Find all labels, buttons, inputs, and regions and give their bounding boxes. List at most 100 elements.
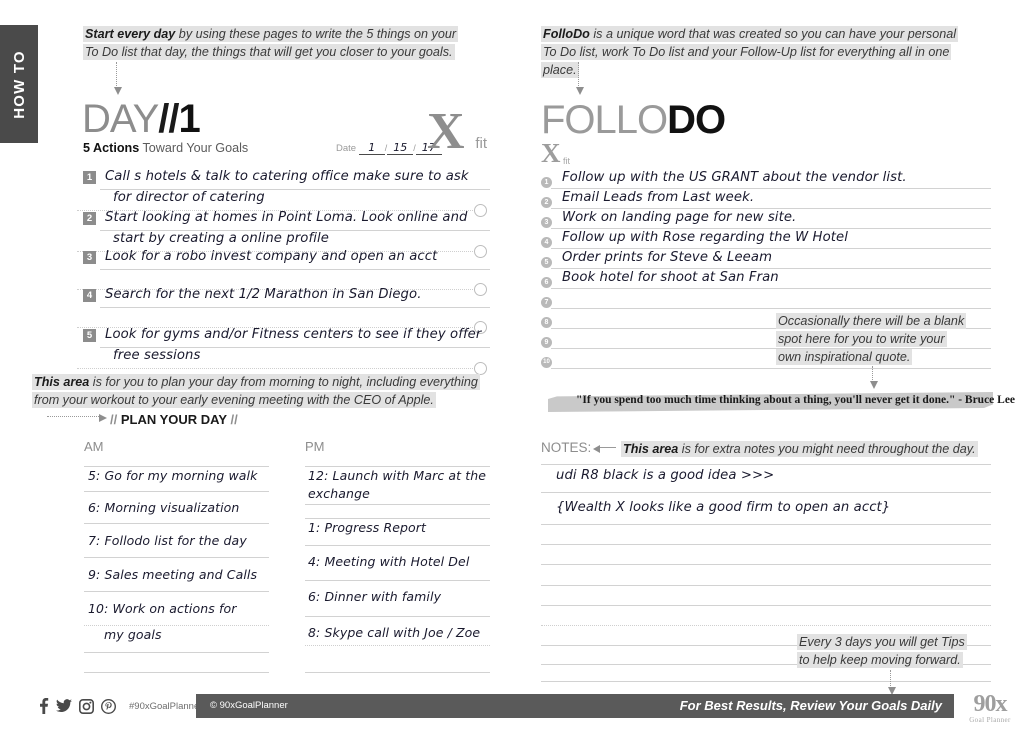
day-subtitle-rest: Toward Your Goals [139,141,249,155]
date-field[interactable]: Date 1/15/17 [336,141,442,155]
notes-entry-0[interactable]: udi R8 black is a good idea >>> [556,468,774,483]
facebook-icon[interactable] [38,698,49,714]
action-text-1-line2[interactable]: for director of catering [113,190,265,205]
xfit-logo-small: X fit [541,140,583,168]
am-entry-3-text: Sales meeting and Calls [104,567,258,582]
right-intro-rest: is a unique word that was created so you… [543,27,957,77]
am-entry-4[interactable]: 10: Work on actions for [88,601,236,616]
pm-rule-4 [305,580,490,581]
action-checkbox-2[interactable] [474,245,487,258]
am-entry-1-hour: 6: [88,500,101,515]
pm-entry-4[interactable]: 6: Dinner with family [308,589,441,604]
notes-label: NOTES: [541,440,592,455]
follodo-rule-10 [551,368,991,369]
pm-entry-0[interactable]: 12: Launch with Marc at the [308,468,486,483]
planner-page: HOW TO Start every day by using these pa… [0,0,1024,729]
xfit-small-fit: fit [563,156,571,166]
instagram-icon[interactable] [79,698,94,714]
blank-spot-callout: Occasionally there will be a blank spot … [776,312,968,366]
notes-callout-bold: This area [623,442,679,456]
pm-entry-5-text: Skype call with Joe / Zoe [324,625,481,640]
footer-tagline: For Best Results, Review Your Goals Dail… [679,698,942,713]
plan-your-day-header: // PLAN YOUR DAY // [110,412,238,427]
pm-column-label: PM [305,439,325,454]
plan-callout-rest: is for you to plan your day from morning… [34,375,478,407]
footer-copyright: © 90xGoalPlanner [210,700,288,711]
date-month-value[interactable]: 1 [358,141,385,155]
action-number-4: 4 [83,289,96,302]
day-subtitle-bold: 5 Actions [83,141,140,155]
action-rule-3a [100,269,490,270]
notes-rule-6 [541,605,991,606]
notes-callout: This area is for extra notes you might n… [621,440,981,458]
action-checkbox-3[interactable] [474,283,487,296]
am-entry-0[interactable]: 5: Go for my morning walk [88,468,257,483]
action-text-5-line1[interactable]: Look for gyms and/or Fitness centers to … [105,327,481,342]
plan-day-callout: This area is for you to plan your day fr… [32,373,487,409]
left-intro-arrow-icon [113,62,122,95]
left-intro-bold: Start every day [85,27,176,41]
follodo-number-4: 4 [541,237,552,248]
action-text-2-line2[interactable]: start by creating a online profile [113,231,329,246]
notes-entry-1[interactable]: {Wealth X looks like a good firm to open… [556,500,890,515]
action-text-2-line1[interactable]: Start looking at homes in Point Loma. Lo… [105,210,468,225]
xfit-x: X [427,103,465,160]
social-links: #90xGoalPlanner [38,698,202,714]
am-rule-1 [84,491,269,492]
follodo-text-2[interactable]: Email Leads from Last week. [562,190,754,205]
action-text-3-line1[interactable]: Look for a robo invest company and open … [105,249,437,264]
pm-entry-3-text: Meeting with Hotel Del [324,554,470,569]
follodo-text-4[interactable]: Follow up with Rose regarding the W Hote… [562,230,848,245]
am-rule-6 [84,652,269,653]
follodo-rule-7 [551,308,991,309]
notes-rule-10 [541,681,991,682]
follodo-text-3[interactable]: Work on landing page for new site. [562,210,796,225]
am-rule-2 [84,523,269,524]
action-text-1-line1[interactable]: Call s hotels & talk to catering office … [105,169,469,184]
notes-callout-rest: is for extra notes you might need throug… [678,442,976,456]
am-entry-3[interactable]: 9: Sales meeting and Calls [88,567,257,582]
pm-entry-4-hour: 6: [308,589,321,604]
quote-banner: "If you spend too much time thinking abo… [548,392,1015,412]
footer-bar-copyright: © 90xGoalPlanner [196,694,512,718]
follodo-text-5[interactable]: Order prints for Steve & Leeam [562,250,772,265]
pm-rule-3 [305,545,490,546]
plan-header-suffix: // [230,412,238,427]
action-text-5-line2[interactable]: free sessions [113,348,200,363]
pm-entry-2[interactable]: 1: Progress Report [308,520,426,535]
notes-rule-0 [541,464,991,465]
pm-rule-2 [305,518,490,519]
follodo-bold: DO [667,98,726,142]
am-entry-0-text: Go for my morning walk [104,468,258,483]
am-entry-5[interactable]: my goals [104,627,162,642]
tips-callout-text: Every 3 days you will get Tips to help k… [797,634,967,668]
follodo-number-2: 2 [541,197,552,208]
am-entry-5-text: my goals [104,627,162,642]
right-intro-callout: FolloDo is a unique word that was create… [541,25,973,79]
am-entry-2[interactable]: 7: Follodo list for the day [88,533,247,548]
pm-entry-5[interactable]: 8: Skype call with Joe / Zoe [308,625,480,640]
am-entry-1[interactable]: 6: Morning visualization [88,500,239,515]
date-day-value[interactable]: 15 [387,141,414,155]
action-text-4-line1[interactable]: Search for the next 1/2 Marathon in San … [105,287,422,302]
action-checkbox-1[interactable] [474,204,487,217]
left-intro-callout: Start every day by using these pages to … [83,25,461,61]
how-to-tab[interactable]: HOW TO [0,25,38,143]
pm-entry-4-text: Dinner with family [324,589,442,604]
notes-rule-3 [541,544,991,545]
action-number-5: 5 [83,329,96,342]
follodo-text-1[interactable]: Follow up with the US GRANT about the ve… [562,170,907,185]
twitter-icon[interactable] [56,699,72,713]
follodo-text-6[interactable]: Book hotel for shoot at San Fran [562,270,779,285]
tips-arrow-icon [887,670,896,695]
follodo-number-1: 1 [541,177,552,188]
follodo-rule-5 [551,268,991,269]
action-rule-4a [100,307,490,308]
pinterest-icon[interactable] [101,698,116,714]
goal-planner-logo-sub: Goal Planner [969,716,1011,724]
pm-entry-1[interactable]: exchange [308,486,370,501]
blank-spot-arrow-icon [869,366,878,389]
pm-entry-3[interactable]: 4: Meeting with Hotel Del [308,554,469,569]
am-entry-4-hour: 10: [88,601,109,616]
pm-entry-3-hour: 4: [308,554,321,569]
